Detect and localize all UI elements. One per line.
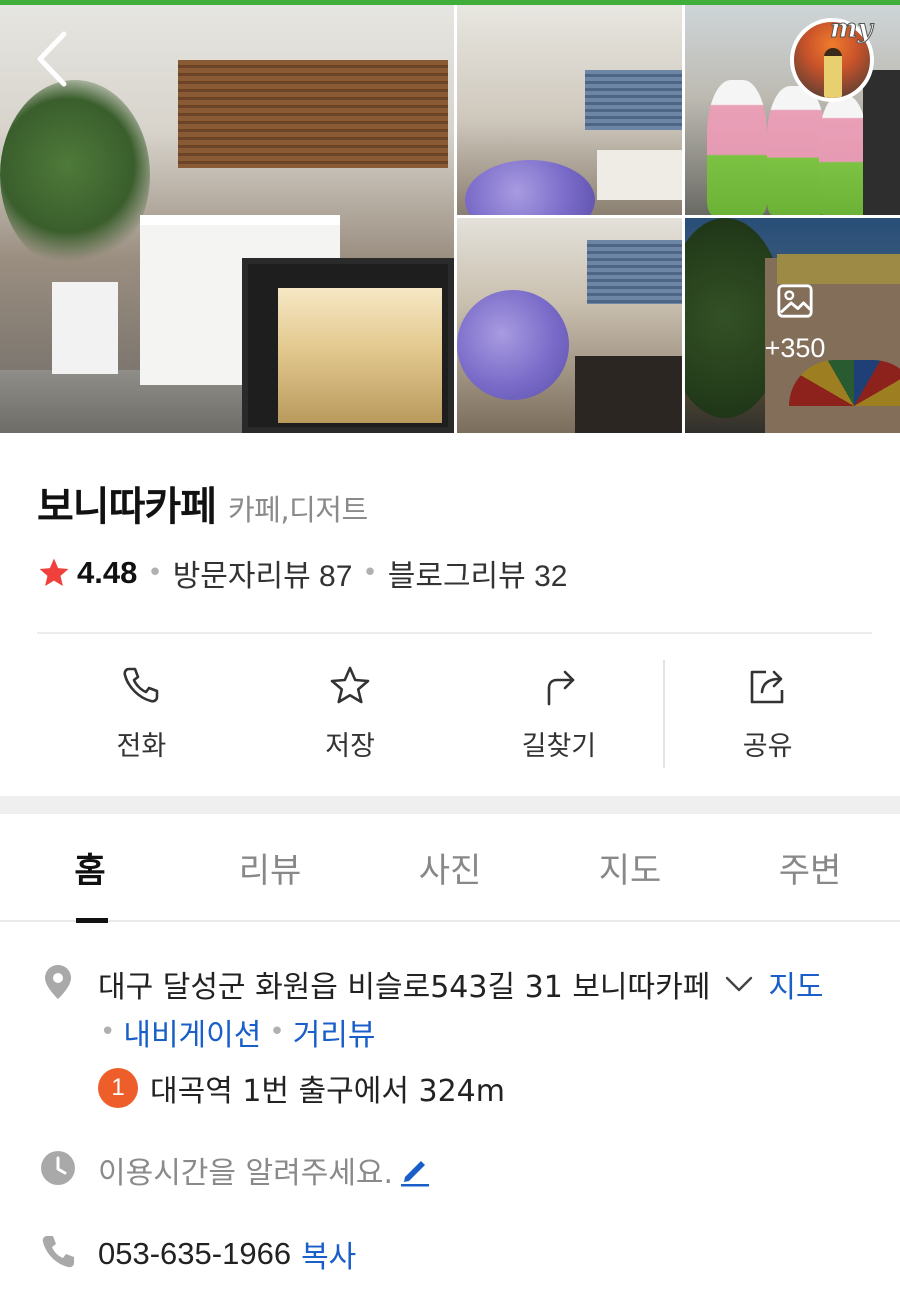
tab-map[interactable]: 지도 (540, 814, 720, 920)
image-icon (777, 284, 813, 318)
pencil-icon[interactable] (399, 1153, 433, 1187)
separator-dot: • (362, 558, 378, 588)
hours-row[interactable]: 이용시간을 알려주세요. (98, 1148, 433, 1192)
street-view-link[interactable]: 거리뷰 (293, 1010, 376, 1054)
address-row: 대구 달성군 화원읍 비슬로543길 31 보니따카페 지도 (98, 962, 824, 1006)
subway-line-badge: 1 (98, 1068, 138, 1108)
phone-icon (123, 667, 159, 703)
save-label: 저장 (325, 731, 375, 762)
address-text: 대구 달성군 화원읍 비슬로543길 31 보니따카페 (98, 970, 711, 1005)
divider (37, 632, 872, 634)
more-photos-count[interactable]: +350 (700, 333, 890, 364)
call-button[interactable]: 전화 (37, 660, 246, 770)
save-button[interactable]: 저장 (246, 660, 455, 770)
action-bar: 전화 저장 길찾기 공유 (37, 660, 872, 770)
star-outline-icon (330, 666, 370, 704)
chevron-down-icon[interactable] (724, 969, 754, 999)
active-tab-indicator (76, 918, 108, 923)
place-name: 보니따카페 (37, 484, 217, 530)
visitor-reviews-link[interactable]: 방문자리뷰 87 (173, 551, 353, 595)
blog-reviews-link[interactable]: 블로그리뷰 32 (388, 551, 568, 595)
rating-value: 4.48 (77, 555, 138, 590)
directions-button[interactable]: 길찾기 (455, 660, 664, 770)
phone-number[interactable]: 053-635-1966 (98, 1236, 291, 1272)
share-label: 공유 (742, 731, 793, 762)
tab-home[interactable]: 홈 (0, 814, 180, 920)
back-chevron-icon[interactable] (30, 30, 76, 88)
hours-prompt[interactable]: 이용시간을 알려주세요. (98, 1148, 393, 1192)
my-badge[interactable]: my (830, 14, 874, 45)
separator-dot: • (147, 558, 163, 588)
directions-arrow-icon (547, 670, 575, 706)
share-icon (750, 670, 783, 704)
share-button[interactable]: 공유 (663, 660, 872, 770)
separator-dot: • (269, 1017, 285, 1047)
phone-icon (42, 1236, 74, 1268)
tab-nearby[interactable]: 주변 (720, 814, 900, 920)
phone-row: 053-635-1966 복사 (98, 1232, 356, 1276)
photo-gallery[interactable]: +350 (0, 0, 900, 433)
photo-window-blinds (178, 60, 448, 168)
thumbnail-photo-3[interactable] (457, 218, 682, 433)
avatar-figure (824, 48, 842, 98)
address-links: • 내비게이션 • 거리뷰 (92, 1010, 376, 1054)
action-divider (663, 660, 665, 768)
tab-reviews[interactable]: 리뷰 (180, 814, 360, 920)
more-photos-overlay[interactable] (685, 218, 900, 433)
map-link[interactable]: 지도 (768, 962, 823, 1006)
tab-photos[interactable]: 사진 (360, 814, 540, 920)
location-pin-icon (45, 965, 71, 999)
photo-stand (52, 282, 118, 374)
separator-dot: • (100, 1017, 116, 1047)
tab-bar: 홈 리뷰 사진 지도 주변 (0, 814, 900, 922)
photo-plant (0, 80, 150, 270)
section-separator (0, 796, 900, 814)
navigation-link[interactable]: 내비게이션 (123, 1010, 261, 1054)
photo-display-case (242, 258, 454, 433)
directions-label: 길찾기 (521, 731, 597, 762)
copy-phone-button[interactable]: 복사 (301, 1232, 356, 1276)
star-icon (39, 558, 69, 587)
clock-icon (41, 1151, 75, 1185)
thumbnail-photo-1[interactable] (457, 0, 682, 215)
subway-row: 1 대곡역 1번 출구에서 324m (98, 1066, 505, 1110)
subway-distance-text: 대곡역 1번 출구에서 324m (150, 1074, 505, 1109)
place-category: 카페,디저트 (228, 493, 368, 527)
rating-row: 4.48 • 방문자리뷰 87 • 블로그리뷰 32 (37, 551, 567, 595)
call-label: 전화 (116, 731, 167, 762)
place-title-row: 보니따카페 카페,디저트 (37, 474, 368, 532)
top-accent-bar (0, 0, 900, 5)
